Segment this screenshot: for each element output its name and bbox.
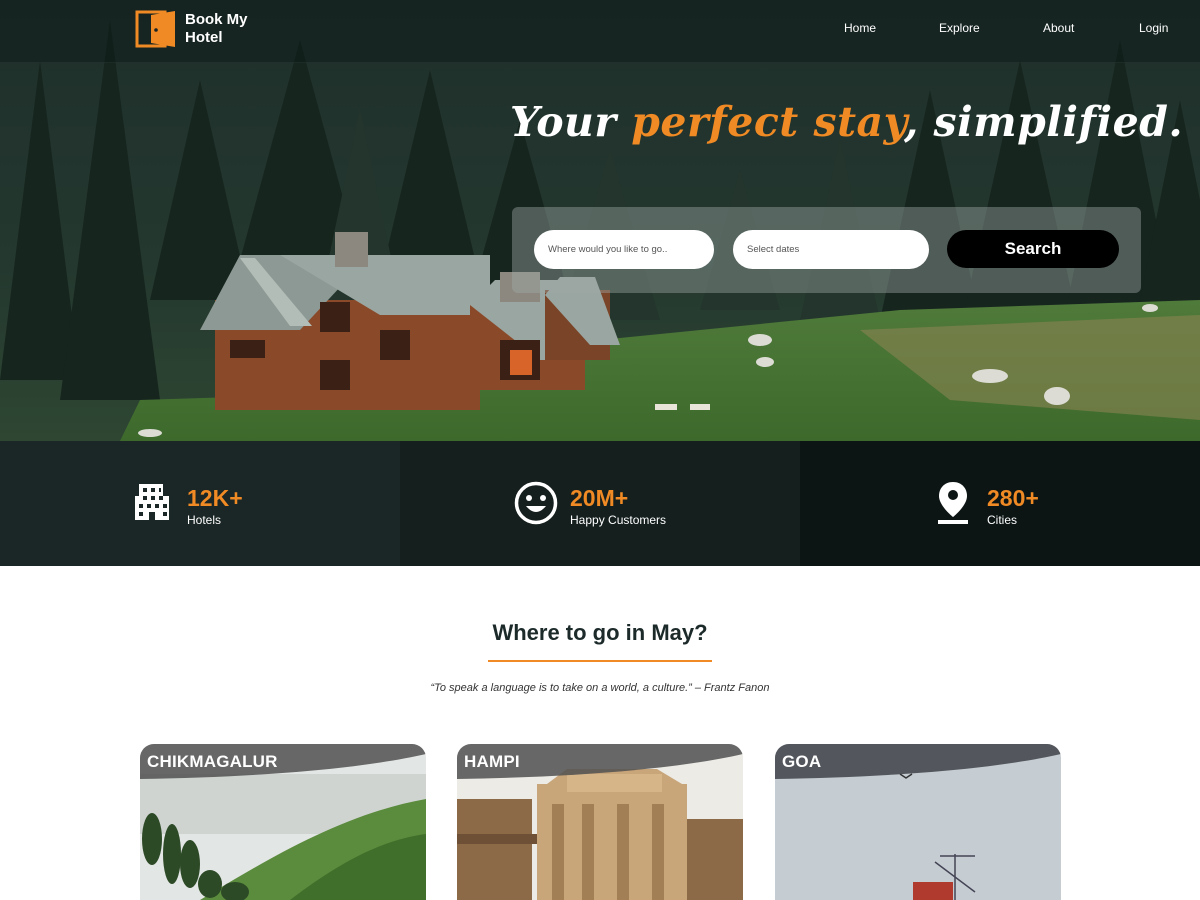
stat-cities-label: Cities bbox=[987, 513, 1018, 527]
nav-home-link[interactable]: Home bbox=[844, 21, 876, 35]
top-navbar: Book My Hotel Home Explore About Login bbox=[0, 0, 1200, 63]
stat-hotels: 12K+ Hotels bbox=[0, 441, 400, 566]
headline-end: , simplified. bbox=[904, 98, 1184, 146]
building-icon bbox=[135, 484, 169, 520]
hero-headline: Your perfect stay, simplified. bbox=[510, 98, 1183, 146]
headline-start: Your bbox=[510, 98, 632, 146]
hero-banner: Book My Hotel Home Explore About Login Y… bbox=[0, 0, 1200, 441]
headline-accent: perfect stay bbox=[631, 98, 904, 146]
destination-card-goa[interactable]: GOA bbox=[775, 744, 1061, 900]
title-underline bbox=[488, 660, 712, 662]
nav-about-link[interactable]: About bbox=[1043, 21, 1074, 35]
brand-name-line1: Book My bbox=[185, 11, 248, 28]
search-panel: Search bbox=[512, 207, 1141, 293]
destination-name: HAMPI bbox=[464, 752, 520, 771]
nav-login-link[interactable]: Login bbox=[1139, 21, 1168, 35]
door-logo-icon bbox=[135, 10, 175, 48]
destination-name: CHIKMAGALUR bbox=[147, 752, 278, 771]
destination-input[interactable] bbox=[534, 230, 714, 269]
destination-card-hampi[interactable]: HAMPI bbox=[457, 744, 743, 900]
brand-name-line2: Hotel bbox=[185, 29, 223, 46]
destination-name: GOA bbox=[782, 752, 822, 771]
stat-customers: 20M+ Happy Customers bbox=[400, 441, 800, 566]
stat-cities: 280+ Cities bbox=[800, 441, 1200, 566]
stat-hotels-label: Hotels bbox=[187, 513, 222, 527]
stat-cities-value: 280+ bbox=[987, 485, 1039, 511]
location-pin-icon bbox=[938, 482, 968, 524]
smiley-icon bbox=[514, 481, 558, 525]
date-picker-input[interactable] bbox=[733, 230, 929, 269]
section-title: Where to go in May? bbox=[492, 620, 708, 645]
stat-hotels-value: 12K+ bbox=[187, 485, 243, 511]
stat-customers-label: Happy Customers bbox=[570, 513, 667, 527]
brand-name: Book My Hotel bbox=[185, 11, 255, 47]
stats-bar: 12K+ Hotels 20M+ Happy Customers 280+ Ci… bbox=[0, 441, 1200, 566]
section-quote: “To speak a language is to take on a wor… bbox=[430, 682, 770, 694]
stat-customers-value: 20M+ bbox=[570, 485, 629, 511]
search-button[interactable]: Search bbox=[947, 230, 1119, 268]
nav-explore-link[interactable]: Explore bbox=[939, 21, 980, 35]
destination-card-chikmagalur[interactable]: CHIKMAGALUR bbox=[140, 744, 426, 900]
brand-logo[interactable]: Book My Hotel bbox=[135, 10, 255, 48]
